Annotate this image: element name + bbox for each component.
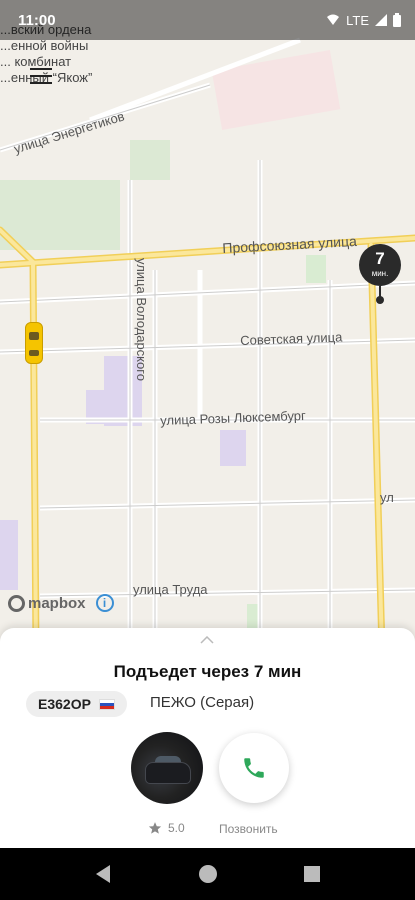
- chevron-up-icon[interactable]: [200, 636, 214, 644]
- star-icon: [148, 822, 162, 834]
- nav-home-icon[interactable]: [199, 865, 217, 883]
- call-label: Позвонить: [219, 822, 278, 836]
- plate-number: Е362ОР: [38, 696, 91, 712]
- battery-icon: [393, 13, 401, 27]
- network-type: LTE: [346, 12, 369, 28]
- street-label-truda: улица Труда: [133, 582, 208, 597]
- street-label-volodarskogo: улица Володарского: [134, 258, 149, 381]
- map-view[interactable]: улица Энергетиков Профсоюзная улица улиц…: [0, 0, 415, 650]
- status-bar: 11:00 LTE: [0, 0, 415, 40]
- phone-icon: [244, 758, 264, 778]
- status-time: 11:00: [18, 11, 56, 29]
- map-poi-line: ...енной войны: [0, 38, 89, 53]
- russia-flag-icon: [98, 698, 115, 710]
- mapbox-logo: mapbox: [8, 594, 86, 612]
- signal-icon: [375, 14, 387, 26]
- nav-back-icon[interactable]: [96, 865, 110, 883]
- taxi-car-marker: [25, 322, 43, 364]
- driver-rating: 5.0: [148, 821, 185, 835]
- eta-pin-unit: мин.: [371, 269, 389, 278]
- eta-pin: 7 мин.: [359, 244, 401, 286]
- nav-recents-icon[interactable]: [304, 866, 320, 882]
- mapbox-logo-text: mapbox: [28, 594, 86, 612]
- street-label-right-partial: ул: [380, 490, 394, 505]
- system-nav-bar: [0, 848, 415, 900]
- arrival-title: Подъедет через 7 мин: [113, 662, 302, 681]
- destination-dot: [376, 296, 384, 304]
- call-button[interactable]: [219, 733, 289, 803]
- trip-bottom-sheet: Подъедет через 7 мин Е362ОР ПЕЖО (Серая)…: [0, 628, 415, 848]
- mapbox-ring-icon: [8, 594, 25, 612]
- eta-pin-value: 7: [375, 249, 385, 268]
- map-attribution: mapbox i: [8, 594, 114, 612]
- map-canvas: [0, 37, 415, 650]
- wifi-icon: [327, 14, 340, 25]
- info-icon[interactable]: i: [95, 594, 114, 612]
- license-plate: Е362ОР: [26, 691, 127, 717]
- car-model: ПЕЖО (Серая): [150, 694, 255, 711]
- status-icons: LTE: [326, 13, 401, 28]
- hamburger-icon[interactable]: [30, 68, 52, 84]
- rating-value: 5.0: [168, 821, 185, 835]
- car-photo[interactable]: [131, 732, 203, 804]
